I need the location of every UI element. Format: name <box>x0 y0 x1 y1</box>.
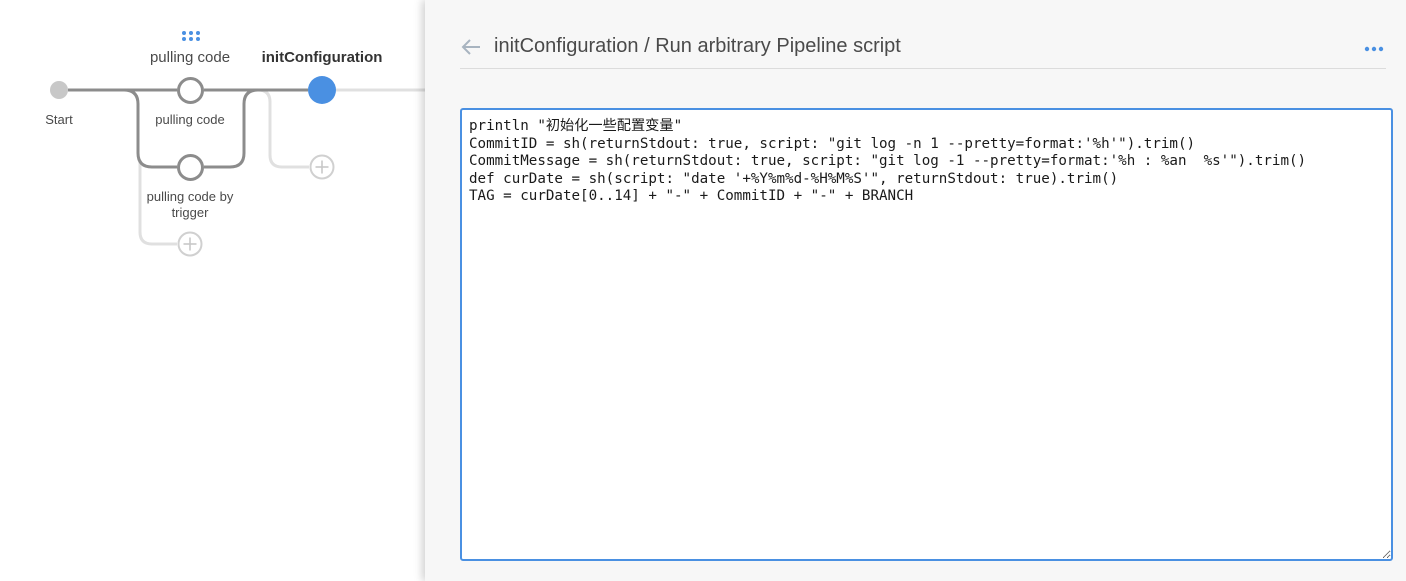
stage-title-init-configuration[interactable]: initConfiguration <box>262 49 383 66</box>
stage-title-pulling-code[interactable]: pulling code <box>150 49 230 66</box>
step-detail-panel: initConfiguration / Run arbitrary Pipeli… <box>425 0 1406 581</box>
pulling-code-by-trigger-node[interactable] <box>177 154 204 181</box>
pulling-code-node-label: pulling code <box>155 112 225 127</box>
start-node-label: Start <box>45 112 73 127</box>
panel-title: initConfiguration / Run arbitrary Pipeli… <box>494 35 901 57</box>
add-circle-icon <box>177 231 203 257</box>
pulling-code-by-trigger-node-label: pulling code by trigger <box>146 189 234 220</box>
more-dots-icon[interactable] <box>1364 42 1384 56</box>
add-parallel-step-button[interactable] <box>177 231 203 257</box>
app-root: pulling code initConfiguration Start pul… <box>0 0 1406 581</box>
add-circle-icon <box>309 154 335 180</box>
pulling-code-node[interactable] <box>177 77 204 104</box>
drag-handle-icon[interactable] <box>181 29 201 41</box>
back-arrow-icon[interactable] <box>460 36 482 58</box>
add-parallel-step-button[interactable] <box>309 154 335 180</box>
script-textarea[interactable]: println "初始化一些配置变量" CommitID = sh(return… <box>460 108 1393 561</box>
panel-header: initConfiguration / Run arbitrary Pipeli… <box>460 22 1386 69</box>
pipeline-canvas: pulling code initConfiguration Start pul… <box>0 0 425 581</box>
pipeline-connectors <box>68 88 425 246</box>
init-configuration-node[interactable] <box>308 76 336 104</box>
start-node <box>50 81 68 99</box>
